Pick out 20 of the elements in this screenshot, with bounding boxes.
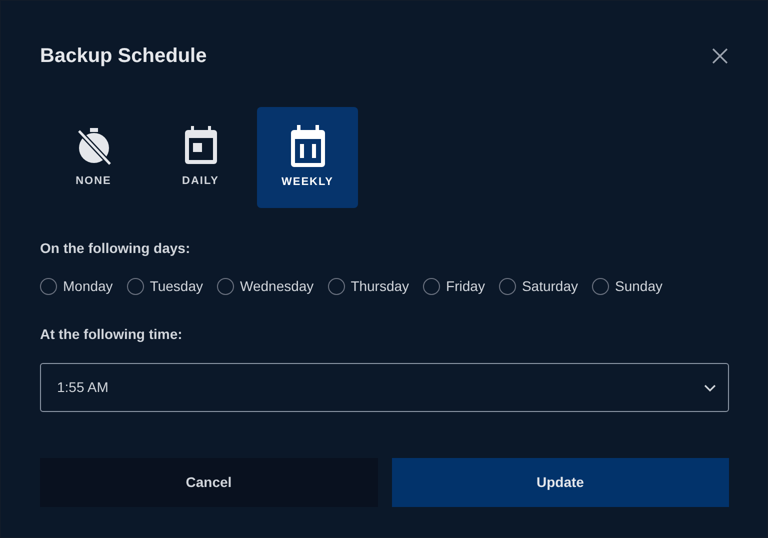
day-radio[interactable]: Friday: [423, 276, 485, 297]
close-button[interactable]: [710, 46, 730, 66]
schedule-mode-tab[interactable]: NONE: [43, 107, 144, 208]
day-radio[interactable]: Tuesday: [126, 276, 203, 297]
day-radio[interactable]: Sunday: [592, 276, 662, 297]
calendar-icon: [182, 126, 218, 166]
time-select[interactable]: 1:55 AM: [40, 363, 729, 412]
update-button[interactable]: Update: [392, 458, 729, 507]
close-icon: [712, 48, 728, 64]
dialog-title: Backup Schedule: [40, 44, 207, 69]
day-radio[interactable]: Wednesday: [217, 276, 314, 297]
day-radio[interactable]: Thursday: [328, 276, 410, 297]
schedule-mode-tab[interactable]: WEEKLY: [257, 107, 358, 208]
time-label: At the following time:: [40, 325, 184, 344]
day-radio[interactable]: Monday: [40, 276, 113, 297]
cancel-button[interactable]: Cancel: [40, 458, 378, 507]
day-radio[interactable]: Saturday: [498, 276, 578, 297]
days-label: On the following days:: [40, 239, 192, 258]
schedule-mode-tab[interactable]: DAILY: [150, 107, 251, 208]
chevron-down-icon: [704, 384, 716, 392]
